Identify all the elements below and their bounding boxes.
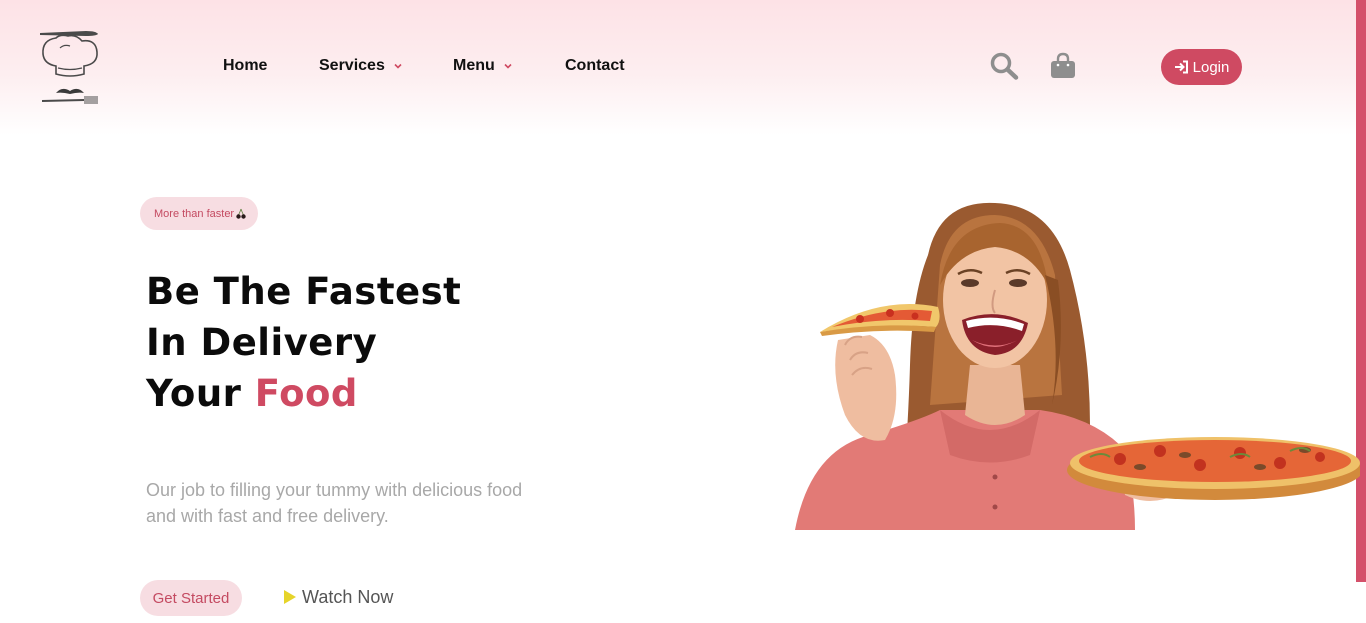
chevron-down-icon [394, 63, 402, 69]
search-icon[interactable] [990, 52, 1020, 85]
headline-accent-word: Food [254, 372, 358, 415]
headline-line-1: Be The Fastest [146, 270, 462, 313]
play-icon [284, 590, 296, 604]
nav-item-label: Services [319, 57, 385, 74]
watch-now-label: Watch Now [302, 586, 394, 607]
nav-item-menu[interactable]: Menu [453, 57, 513, 75]
get-started-label: Get Started [152, 589, 230, 607]
headline-line-3-prefix: Your [146, 372, 255, 415]
nav-item-services[interactable]: Services [319, 57, 403, 75]
login-label: Login [1192, 58, 1230, 76]
woman-eating-pizza-illustration [790, 195, 1363, 530]
sign-in-icon [1174, 60, 1188, 74]
watch-now-button[interactable]: Watch Now [283, 586, 393, 608]
nav-item-label: Contact [565, 57, 625, 74]
hero-badge: More than faster [140, 197, 258, 230]
headline-line-3: Your Food [146, 368, 461, 419]
nav-item-label: Menu [453, 57, 495, 74]
headline-line-2: In Delivery [146, 321, 378, 364]
nav-item-contact[interactable]: Contact [565, 57, 625, 75]
shopping-bag-icon[interactable] [1050, 52, 1076, 85]
login-button[interactable]: Login [1161, 49, 1242, 85]
cherry-icon [236, 208, 246, 219]
chef-hat-logo-icon[interactable] [38, 26, 102, 110]
hero-description: Our job to filling your tummy with delic… [146, 480, 523, 526]
hero-headline: Be The Fastest In Delivery Your Food [146, 266, 461, 419]
chevron-down-icon [504, 63, 512, 69]
get-started-button[interactable]: Get Started [140, 580, 242, 616]
nav-item-label: Home [223, 57, 268, 74]
badge-text: More than faster [154, 207, 235, 220]
header: Home Services Menu Contact Login [0, 0, 1356, 135]
nav-item-home[interactable]: Home [223, 57, 267, 75]
